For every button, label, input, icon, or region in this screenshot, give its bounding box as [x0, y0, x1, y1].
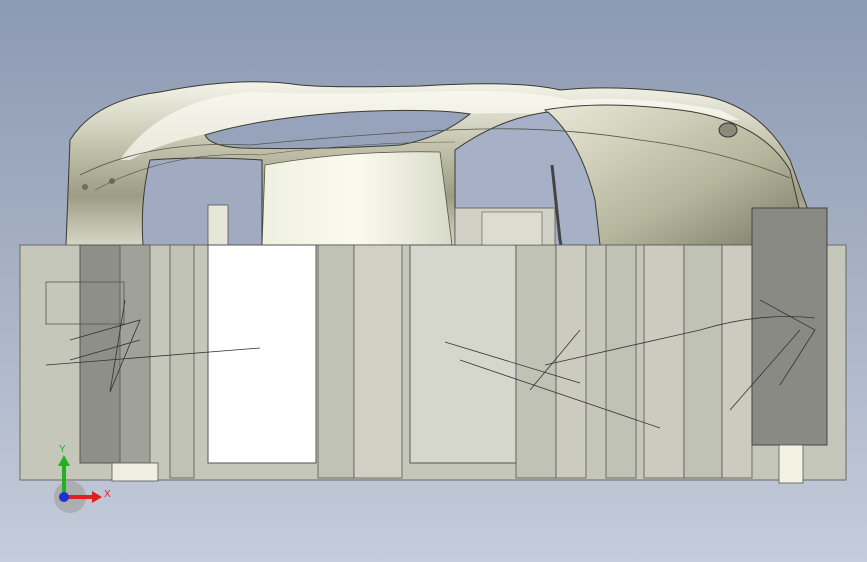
fixture-block-white-1	[207, 244, 317, 464]
front-hole-1	[82, 184, 88, 190]
fixture-block-7	[515, 244, 557, 479]
3d-viewport[interactable]: Y X	[0, 0, 867, 562]
front-window-opening	[141, 157, 263, 246]
fixture-foot-left	[111, 462, 159, 482]
fixture-block-3	[169, 244, 195, 479]
front-hole-2	[109, 178, 115, 184]
x-axis-label: X	[104, 489, 111, 500]
fixture-block-4	[317, 244, 355, 479]
interior-panel	[261, 151, 453, 246]
fixture-block-10	[643, 244, 685, 479]
y-axis-label: Y	[59, 444, 66, 455]
rear-hole	[718, 122, 738, 138]
fixture-assembly[interactable]	[19, 207, 847, 484]
fixture-upper-block-2	[481, 211, 543, 246]
fixture-block-6	[409, 244, 517, 464]
fixture-block-11	[683, 244, 723, 479]
x-axis-arrow	[92, 491, 102, 503]
fixture-block-12	[721, 244, 753, 479]
z-axis-point	[59, 492, 69, 502]
fixture-block-5	[353, 244, 403, 479]
fixture-block-dark	[751, 207, 828, 446]
b-pillar-post	[207, 204, 229, 246]
fixture-block-9	[605, 244, 637, 479]
fixture-foot	[778, 444, 804, 484]
fixture-block-2	[119, 244, 151, 464]
